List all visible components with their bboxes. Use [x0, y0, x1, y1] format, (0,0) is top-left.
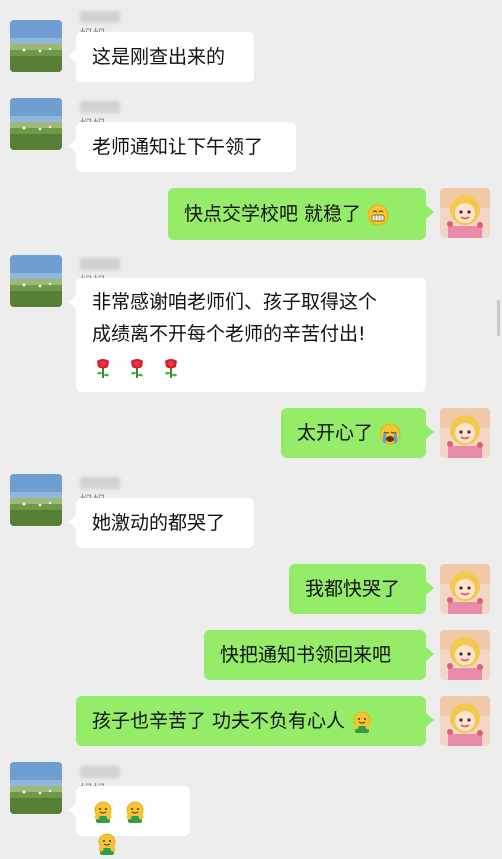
message-text-line: 成绩离不开每个老师的辛苦付出! — [92, 323, 366, 345]
my-avatar[interactable] — [440, 630, 490, 680]
message-bubble[interactable]: 孩子也辛苦了 功夫不负有心人 — [76, 696, 434, 746]
thumbs-up-smiley-icon — [126, 801, 145, 823]
landscape-avatar-icon — [10, 98, 62, 150]
rose-icon — [130, 357, 145, 379]
message-text: 孩子也辛苦了 功夫不负有心人 — [92, 710, 346, 732]
contact-avatar[interactable] — [10, 255, 62, 307]
cartoon-avatar-icon — [440, 696, 490, 746]
contact-avatar[interactable] — [10, 762, 62, 814]
my-avatar[interactable] — [440, 564, 490, 614]
message-text-line: 非常感谢咱老师们、孩子取得这个 — [92, 291, 378, 313]
thumbs-up-smiley-icon — [98, 833, 116, 855]
my-avatar[interactable] — [440, 188, 490, 238]
contact-avatar[interactable] — [10, 20, 62, 72]
message-bubble[interactable]: 快点交学校吧 就稳了 — [168, 188, 434, 240]
contact-avatar[interactable] — [10, 474, 62, 526]
scrollbar[interactable] — [497, 300, 500, 336]
message-text: 快点交学校吧 就稳了 — [184, 203, 362, 225]
my-avatar[interactable] — [440, 408, 490, 458]
landscape-avatar-icon — [10, 474, 62, 526]
message-text: 老师通知让下午领了 — [92, 136, 264, 158]
message-bubble[interactable]: 这是刚查出来的 — [68, 32, 254, 82]
grin-icon — [367, 203, 389, 226]
contact-avatar[interactable] — [10, 98, 62, 150]
message-text: 我都快哭了 — [305, 578, 401, 600]
thumbs-up-smiley-icon — [353, 711, 372, 733]
cartoon-avatar-icon — [440, 188, 490, 238]
message-bubble[interactable]: 太开心了 — [281, 408, 434, 458]
my-avatar[interactable] — [440, 696, 490, 746]
message-bubble[interactable]: 我都快哭了 — [289, 564, 434, 614]
rose-icon — [164, 357, 179, 379]
rose-row — [92, 352, 410, 382]
rose-icon — [96, 357, 110, 379]
landscape-avatar-icon — [10, 255, 62, 307]
cartoon-avatar-icon — [440, 408, 490, 458]
message-bubble[interactable]: 老师通知让下午领了 — [68, 122, 296, 172]
message-bubble[interactable]: 非常感谢咱老师们、孩子取得这个 成绩离不开每个老师的辛苦付出! — [68, 278, 426, 392]
message-text: 这是刚查出来的 — [92, 46, 226, 68]
message-text: 快把通知书领回来吧 — [220, 644, 392, 666]
landscape-avatar-icon — [10, 762, 62, 814]
message-text: 太开心了 — [297, 422, 374, 444]
message-bubble[interactable]: 快把通知书领回来吧 — [204, 630, 434, 680]
message-text: 她激动的都哭了 — [92, 512, 226, 534]
thumbs-up-smiley-icon — [94, 801, 112, 823]
cartoon-avatar-icon — [440, 564, 490, 614]
crying-icon — [379, 422, 401, 445]
message-bubble[interactable] — [68, 786, 190, 855]
message-bubble[interactable]: 她激动的都哭了 — [68, 498, 254, 548]
landscape-avatar-icon — [10, 20, 62, 72]
cartoon-avatar-icon — [440, 630, 490, 680]
